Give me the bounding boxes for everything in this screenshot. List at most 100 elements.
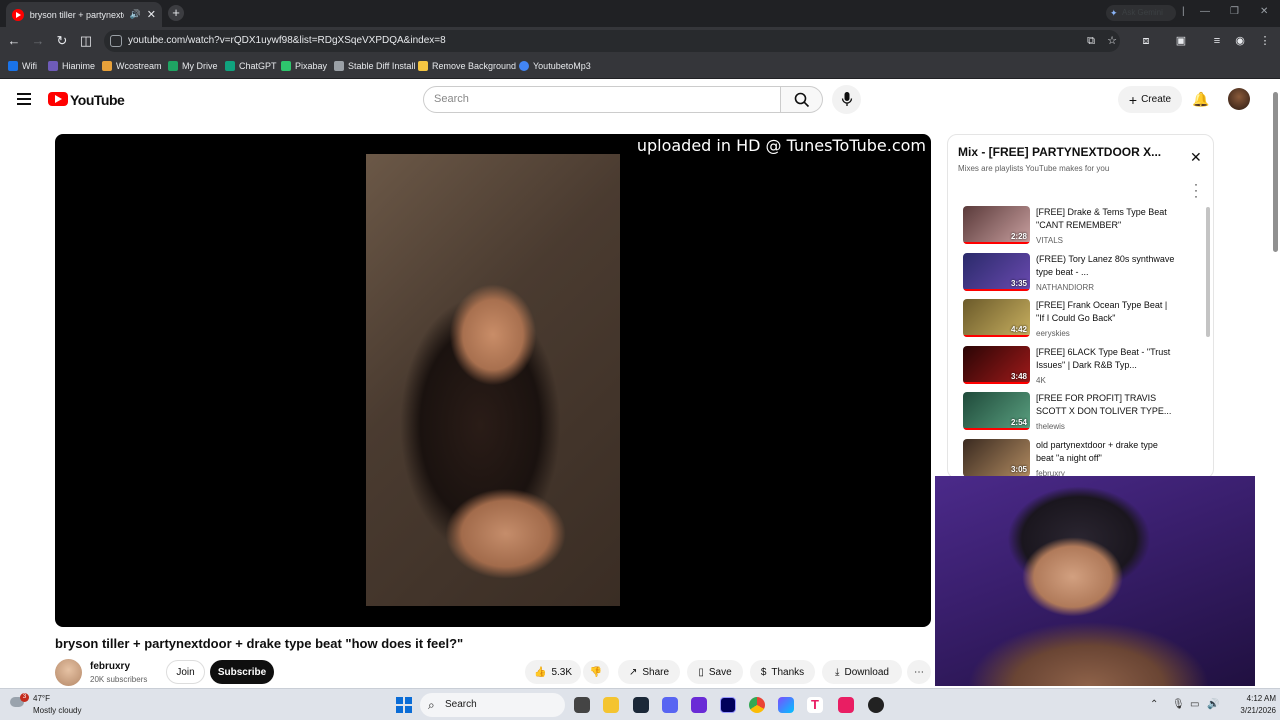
- playlist-title[interactable]: Mix - [FREE] PARTYNEXTDOOR X...: [958, 145, 1161, 159]
- cast-icon[interactable]: ⧉: [1085, 35, 1097, 47]
- bookmark-star-icon[interactable]: ☆: [1106, 35, 1118, 47]
- playlist-item[interactable]: 3:48 [FREE] 6LACK Type Beat - "Trust Iss…: [963, 346, 1199, 388]
- bookmark-icon: [281, 61, 291, 71]
- playlist-menu-icon[interactable]: · · ·: [1194, 178, 1198, 202]
- playlist-thumbnail: 2:28: [963, 206, 1030, 244]
- playlist-thumbnail: 2:54: [963, 392, 1030, 430]
- channel-name[interactable]: februxry: [90, 661, 130, 672]
- system-clock[interactable]: 4:12 AM 3/21/2026: [1226, 693, 1276, 717]
- join-button[interactable]: Join: [166, 660, 205, 684]
- dislike-button[interactable]: 👎: [583, 660, 609, 684]
- youtube-logo-icon[interactable]: [48, 92, 68, 106]
- bookmark-item[interactable]: Remove Background: [418, 61, 516, 71]
- task-view-icon[interactable]: [574, 697, 590, 713]
- playlist-item[interactable]: 3:05 old partynextdoor + drake type beat…: [963, 439, 1199, 478]
- address-bar[interactable]: youtube.com/watch?v=rQDX1uywf98&list=RDg…: [104, 30, 1120, 52]
- obs-icon[interactable]: [868, 697, 884, 713]
- like-button[interactable]: 👍 5.3K: [525, 660, 581, 684]
- speaker-icon[interactable]: 🔊: [130, 9, 141, 20]
- video-player[interactable]: uploaded in HD @ TunesToTube.com: [55, 134, 931, 627]
- close-window-icon[interactable]: ✕: [1260, 6, 1268, 17]
- playlist-thumbnail: 3:05: [963, 439, 1030, 477]
- bookmark-icon: [8, 61, 18, 71]
- new-tab-button[interactable]: +: [168, 5, 184, 21]
- calculator-icon[interactable]: [691, 697, 707, 713]
- bookmark-item[interactable]: ChatGPT: [225, 61, 277, 71]
- typing-icon[interactable]: T: [807, 697, 823, 713]
- chrome-icon[interactable]: [749, 697, 765, 713]
- playlist-thumbnail: 3:35: [963, 253, 1030, 291]
- taskbar-search[interactable]: Search: [420, 693, 565, 717]
- bookmark-icon: [225, 61, 235, 71]
- reload-icon[interactable]: ↻: [54, 33, 70, 49]
- close-tab-icon[interactable]: ✕: [147, 8, 156, 21]
- playlist-item[interactable]: 3:35 (FREE) Tory Lanez 80s synthwave typ…: [963, 253, 1199, 295]
- minimize-icon[interactable]: —: [1200, 6, 1210, 17]
- devices-icon[interactable]: ▣: [1175, 35, 1187, 47]
- ask-gemini-button[interactable]: Ask Gemini: [1106, 5, 1176, 21]
- bookmark-icon: [102, 61, 112, 71]
- bookmark-item[interactable]: Hianime: [48, 61, 95, 71]
- close-playlist-icon[interactable]: ✕: [1190, 149, 1202, 166]
- tiktok-icon[interactable]: [838, 697, 854, 713]
- premiere-icon[interactable]: [720, 697, 736, 713]
- bookmark-item[interactable]: Pixabay: [281, 61, 327, 71]
- youtube-favicon-icon: [12, 8, 24, 21]
- reading-list-icon[interactable]: ≡: [1211, 35, 1223, 47]
- search-input[interactable]: Search: [423, 86, 781, 113]
- subscribe-button[interactable]: Subscribe: [210, 660, 274, 684]
- bookmark-item[interactable]: Wcostream: [102, 61, 162, 71]
- save-button[interactable]: ▯ Save: [687, 660, 743, 684]
- video-overlay-text: uploaded in HD @ TunesToTube.com: [636, 136, 926, 155]
- playlist-item[interactable]: 4:42 [FREE] Frank Ocean Type Beat | "If …: [963, 299, 1199, 341]
- voice-search-button[interactable]: [832, 85, 861, 114]
- bookmark-icon: [168, 61, 178, 71]
- mic-tray-icon[interactable]: 🎙: [1172, 699, 1185, 710]
- playlist-item[interactable]: 2:28 [FREE] Drake & Tems Type Beat "CANT…: [963, 206, 1199, 248]
- page-scrollbar[interactable]: [1270, 80, 1280, 688]
- playlist-scrollbar[interactable]: [1206, 207, 1210, 337]
- split-view-icon[interactable]: ◫: [78, 33, 94, 49]
- subscriber-count: 20K subscribers: [90, 675, 148, 684]
- notifications-bell-icon[interactable]: 🔔: [1192, 91, 1209, 108]
- menu-dots-icon[interactable]: ⋮: [1259, 35, 1271, 47]
- bookmark-item[interactable]: My Drive: [168, 61, 218, 71]
- search-button[interactable]: [781, 86, 823, 113]
- video-title: bryson tiller + partynextdoor + drake ty…: [55, 636, 464, 651]
- channel-avatar[interactable]: [55, 659, 82, 686]
- site-info-icon[interactable]: [110, 35, 122, 47]
- forward-icon[interactable]: →: [30, 33, 46, 49]
- browser-toolbar: ← → ↻ ◫ youtube.com/watch?v=rQDX1uywf98&…: [0, 27, 1280, 55]
- bookmark-item[interactable]: Stable Diff Install: [334, 61, 415, 71]
- user-avatar[interactable]: [1228, 88, 1250, 110]
- youtube-wordmark[interactable]: YouTube: [70, 92, 125, 108]
- create-button[interactable]: + Create: [1118, 86, 1182, 113]
- browser-tab[interactable]: bryson tiller + partynextdoor + drake ty…: [6, 2, 162, 27]
- volume-icon[interactable]: 🔊: [1207, 699, 1219, 710]
- share-button[interactable]: ↗ Share: [618, 660, 680, 684]
- tray-chevron-icon[interactable]: ⌃: [1150, 699, 1158, 710]
- discord-icon[interactable]: [662, 697, 678, 713]
- menu-hamburger-icon[interactable]: [17, 93, 31, 105]
- profile-icon[interactable]: ◉: [1234, 35, 1246, 47]
- search-icon: [794, 92, 810, 108]
- maximize-icon[interactable]: ❐: [1230, 6, 1239, 17]
- file-explorer-icon[interactable]: [603, 697, 619, 713]
- download-button[interactable]: ⤓ Download: [822, 660, 902, 684]
- bookmark-item[interactable]: YoutubetoMp3: [519, 61, 591, 71]
- extensions-icon[interactable]: ⧈: [1140, 35, 1152, 47]
- bookmark-item[interactable]: Wifi: [8, 61, 37, 71]
- vpn-icon[interactable]: [778, 697, 794, 713]
- network-icon[interactable]: ▭: [1190, 699, 1199, 710]
- weather-condition: Mostly cloudy: [33, 706, 82, 715]
- steam-icon[interactable]: [633, 697, 649, 713]
- thanks-button[interactable]: $ Thanks: [750, 660, 815, 684]
- url-text[interactable]: youtube.com/watch?v=rQDX1uywf98&list=RDg…: [128, 35, 446, 46]
- playlist-thumbnail: 4:42: [963, 299, 1030, 337]
- more-actions-button[interactable]: ⋯: [907, 660, 931, 684]
- weather-temp: 47°F: [33, 694, 50, 703]
- back-icon[interactable]: ←: [6, 33, 22, 49]
- playlist-item[interactable]: 2:54 [FREE FOR PROFIT] TRAVIS SCOTT X DO…: [963, 392, 1199, 434]
- windows-start-icon[interactable]: [396, 697, 412, 713]
- bookmarks-bar: Wifi Hianime Wcostream My Drive ChatGPT …: [0, 55, 1280, 79]
